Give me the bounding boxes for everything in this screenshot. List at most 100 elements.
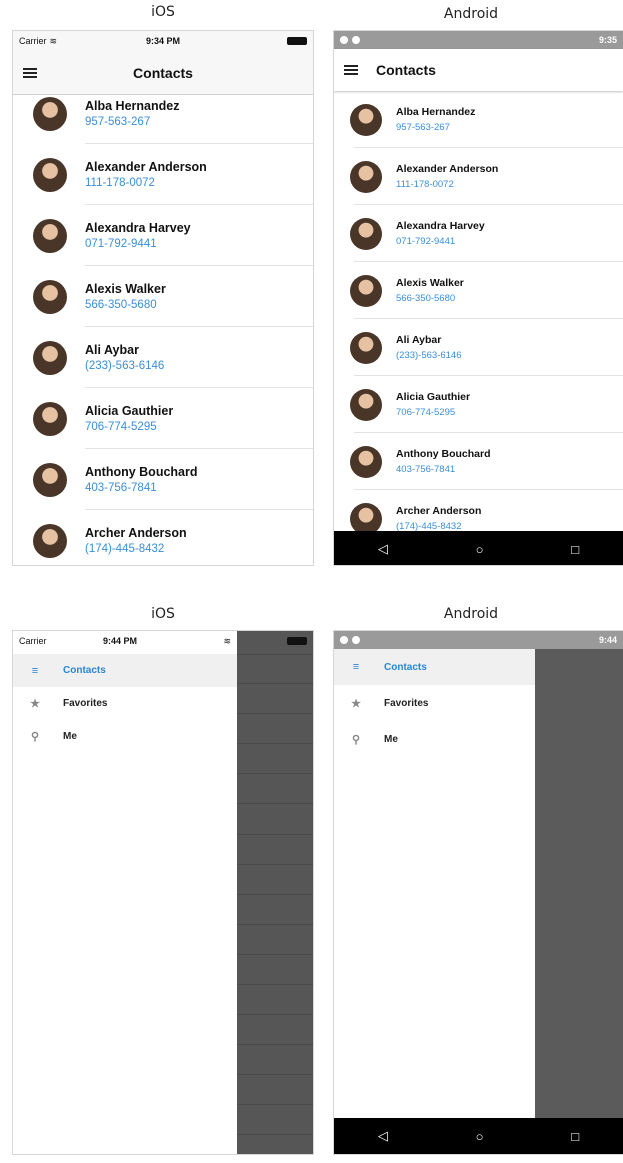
back-icon[interactable]: ◁: [378, 541, 388, 557]
contact-name: Alexis Walker: [85, 282, 166, 296]
recent-apps-icon[interactable]: □: [571, 542, 579, 557]
contact-phone: 403-756-7841: [85, 482, 157, 494]
drawer-item-label: Favorites: [63, 698, 108, 709]
contact-phone: (233)-563-6146: [85, 360, 165, 372]
drawer-item-label: Me: [63, 731, 77, 742]
contact-phone: 071-792-9441: [396, 236, 456, 247]
wifi-icon: ≋: [49, 35, 58, 46]
contact-name: Alexander Anderson: [396, 163, 499, 175]
drawer-overlay[interactable]: [237, 631, 313, 1154]
drawer-item-favorites[interactable]: ★ Favorites: [13, 687, 237, 720]
contact-row[interactable]: Alicia Gauthier 706-774-5295: [13, 388, 313, 449]
contact-row[interactable]: Alexander Anderson 111-178-0072: [334, 148, 623, 205]
wifi-icon: ≋: [223, 635, 231, 646]
contact-row[interactable]: Alba Hernandez 957-563-267: [13, 83, 313, 144]
home-icon[interactable]: ○: [476, 1129, 484, 1144]
contact-name: Ali Aybar: [396, 334, 442, 346]
contact-phone: (174)-445-8432: [85, 543, 165, 555]
android-contacts-screen: 9:35 Contacts Alba Hernandez 957-563-267 A…: [333, 30, 623, 566]
contact-text: Ali Aybar (233)-563-6146: [396, 334, 462, 361]
caption-android-top: Android: [443, 6, 499, 22]
avatar: [33, 157, 67, 192]
avatar: [33, 96, 67, 131]
android-drawer-screen: 9:44 ≡ Contacts ★ Favorites ⚲ Me ◁ ○ □: [333, 630, 623, 1155]
contact-row[interactable]: Alexis Walker 566-350-5680: [13, 266, 313, 327]
avatar: [350, 160, 382, 193]
drawer-item-favorites[interactable]: ★ Favorites: [334, 685, 535, 721]
carrier-label: Carrier: [19, 636, 47, 646]
contact-row[interactable]: Ali Aybar (233)-563-6146: [13, 327, 313, 388]
ios-contacts-screen: Carrier ≋ 9:34 PM Contacts Alba Hernande…: [12, 30, 314, 566]
contact-name: Anthony Bouchard: [396, 448, 491, 460]
contact-name: Alexander Anderson: [85, 160, 207, 174]
recent-apps-icon[interactable]: □: [571, 1129, 579, 1144]
page-title: Contacts: [133, 64, 193, 81]
contact-row[interactable]: Alexandra Harvey 071-792-9441: [13, 205, 313, 266]
contact-name: Archer Anderson: [396, 505, 482, 517]
contact-row[interactable]: Alicia Gauthier 706-774-5295: [334, 376, 623, 433]
carrier-label: Carrier: [19, 36, 47, 46]
contact-row[interactable]: Alexander Anderson 111-178-0072: [13, 144, 313, 205]
notification-icon: [352, 636, 360, 644]
status-time: 9:44 PM: [103, 636, 138, 646]
contact-name: Anthony Bouchard: [85, 465, 198, 479]
contact-name: Alba Hernandez: [396, 106, 476, 118]
contact-text: Alicia Gauthier 706-774-5295: [85, 404, 173, 433]
notification-icon: [340, 636, 348, 644]
contact-row[interactable]: Anthony Bouchard 403-756-7841: [13, 449, 313, 510]
drawer-item-me[interactable]: ⚲ Me: [13, 720, 237, 753]
contact-row[interactable]: Anthony Bouchard 403-756-7841: [334, 433, 623, 490]
contact-text: Alexander Anderson 111-178-0072: [396, 163, 498, 190]
contact-name: Alicia Gauthier: [396, 391, 471, 403]
avatar: [33, 340, 67, 375]
page-title: Contacts: [376, 62, 436, 78]
home-icon[interactable]: ○: [476, 542, 484, 557]
drawer-overlay[interactable]: [535, 649, 623, 1118]
contact-name: Ali Aybar: [85, 343, 139, 357]
list-icon: ≡: [31, 664, 39, 677]
contact-text: Alexis Walker 566-350-5680: [396, 277, 464, 304]
drawer-item-label: Contacts: [384, 661, 427, 673]
contact-name: Alexandra Harvey: [85, 221, 191, 235]
caption-ios-bottom: iOS: [151, 606, 175, 622]
contact-phone: 566-350-5680: [85, 299, 157, 311]
drawer-item-me[interactable]: ⚲ Me: [334, 721, 535, 757]
battery-icon: [287, 37, 307, 45]
drawer-item-contacts[interactable]: ≡ Contacts: [13, 654, 237, 687]
contact-text: Alba Hernandez 957-563-267: [396, 106, 475, 133]
contact-text: Alexandra Harvey 071-792-9441: [85, 221, 191, 250]
avatar: [350, 274, 382, 307]
contact-name: Alicia Gauthier: [85, 404, 174, 418]
contact-row[interactable]: Alexis Walker 566-350-5680: [334, 262, 623, 319]
drawer-item-contacts[interactable]: ≡ Contacts: [334, 649, 535, 685]
contact-text: Anthony Bouchard 403-756-7841: [85, 465, 198, 494]
contact-row[interactable]: Alba Hernandez 957-563-267: [334, 91, 623, 148]
contact-text: Anthony Bouchard 403-756-7841: [396, 448, 491, 475]
contact-text: Alexander Anderson 111-178-0072: [85, 160, 207, 189]
android-status-bar: 9:44: [334, 631, 623, 649]
avatar: [33, 218, 67, 253]
contact-text: Alexis Walker 566-350-5680: [85, 282, 166, 311]
side-drawer: ≡ Contacts ★ Favorites ⚲ Me: [334, 649, 535, 1118]
drawer-item-label: Contacts: [63, 665, 106, 676]
caption-ios-top: iOS: [151, 4, 175, 20]
contact-text: Alexandra Harvey 071-792-9441: [396, 220, 485, 247]
contact-text: Alba Hernandez 957-563-267: [85, 99, 179, 128]
menu-icon[interactable]: [23, 67, 37, 78]
contact-phone: (233)-563-6146: [396, 350, 462, 361]
avatar: [350, 502, 382, 535]
contact-row[interactable]: Archer Anderson (174)-445-8432: [13, 510, 313, 565]
ios-status-bar: Carrier ≋ 9:34 PM: [13, 31, 313, 51]
contact-phone: 706-774-5295: [85, 421, 157, 433]
ios-status-bar: Carrier ≋ 9:44 PM: [13, 631, 237, 651]
contact-name: Alexis Walker: [396, 277, 464, 289]
back-icon[interactable]: ◁: [378, 1128, 388, 1144]
contact-text: Ali Aybar (233)-563-6146: [85, 343, 164, 372]
notification-icon: [352, 36, 360, 44]
menu-icon[interactable]: [344, 65, 358, 75]
android-app-bar: Contacts: [334, 49, 623, 91]
person-icon: ⚲: [30, 731, 40, 743]
contact-row[interactable]: Alexandra Harvey 071-792-9441: [334, 205, 623, 262]
contact-row[interactable]: Ali Aybar (233)-563-6146: [334, 319, 623, 376]
contact-phone: 111-178-0072: [85, 177, 155, 189]
